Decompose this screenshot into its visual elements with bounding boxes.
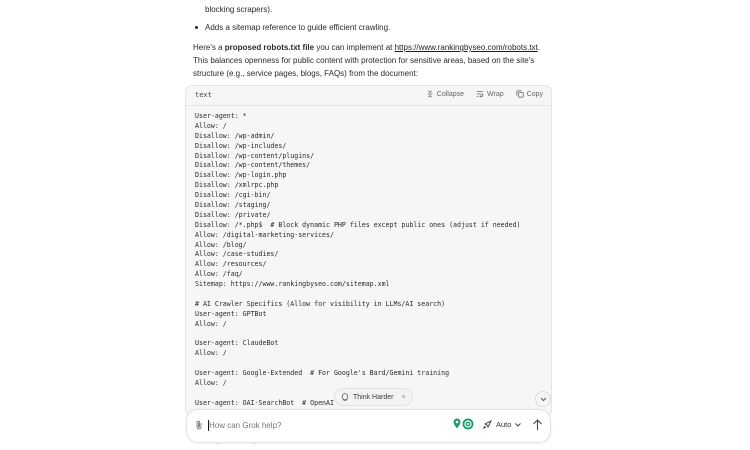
- close-icon[interactable]: ×: [401, 394, 405, 401]
- paperclip-icon[interactable]: [195, 420, 203, 430]
- code-line: Allow: /digital-marketing-services/: [195, 230, 334, 239]
- bullet-item: Adds a sitemap reference to guide effici…: [195, 23, 390, 32]
- code-line: Disallow: /wp-includes/: [195, 141, 287, 150]
- code-body: User-agent: * Allow: / Disallow: /wp-admin…: [195, 112, 545, 416]
- code-line: Allow: /: [195, 349, 227, 358]
- rocket-icon: [483, 420, 492, 429]
- code-line: Disallow: /xmlrpc.php: [195, 181, 279, 190]
- chevron-down-icon: [540, 397, 546, 401]
- collapse-button[interactable]: Collapse: [426, 90, 464, 98]
- intro-middle: you can implement at: [314, 43, 395, 52]
- copy-label: Copy: [526, 90, 543, 98]
- code-header: text Collapse Wrap Copy: [186, 86, 551, 106]
- code-block: text Collapse Wrap Copy User-agent: * All…: [185, 85, 552, 417]
- model-label: Auto: [496, 420, 512, 429]
- bullet-text: Adds a sitemap reference to guide effici…: [205, 23, 391, 32]
- code-line: Disallow: /*.php$ # Block dynamic PHP fi…: [195, 220, 521, 229]
- code-language: text: [195, 91, 212, 99]
- chevron-down-icon: [515, 422, 522, 427]
- wrap-label: Wrap: [487, 90, 504, 98]
- bullet-dot: [195, 26, 198, 29]
- code-line: User-agent: GPTBot: [195, 309, 267, 318]
- code-line: User-agent: Google-Extended # For Google…: [195, 369, 450, 378]
- copy-button[interactable]: Copy: [516, 90, 543, 98]
- copy-icon: [516, 90, 524, 98]
- code-line: User-agent: *: [195, 112, 247, 120]
- code-line: Allow: /faq/: [195, 270, 243, 279]
- code-line: Disallow: /cgi-bin/: [195, 191, 271, 200]
- chat-input[interactable]: How can Grok help?: [209, 421, 281, 430]
- code-line: Disallow: /wp-content/plugins/: [195, 151, 315, 160]
- code-line: Allow: /blog/: [195, 240, 247, 249]
- think-harder-label: Think Harder: [353, 393, 394, 401]
- code-line: Disallow: /staging/: [195, 201, 271, 210]
- send-arrow-icon[interactable]: [532, 419, 543, 431]
- code-line: Disallow: /wp-login.php: [195, 171, 287, 180]
- lightbulb-icon: [341, 392, 349, 401]
- code-line: Allow: /case-studies/: [195, 250, 279, 259]
- code-line: Disallow: /wp-content/themes/: [195, 161, 311, 170]
- grok-voice-icon[interactable]: [462, 418, 474, 430]
- chat-input-bar: How can Grok help? Auto: [186, 409, 551, 443]
- think-harder-chip[interactable]: Think Harder ×: [334, 388, 413, 406]
- model-selector[interactable]: Auto: [483, 420, 522, 429]
- collapse-label: Collapse: [436, 90, 465, 98]
- code-line: Allow: /resources/: [195, 260, 267, 269]
- intro-prefix: Here's a: [193, 43, 225, 52]
- location-pin-icon[interactable]: [453, 418, 461, 429]
- intro-bold: proposed robots.txt file: [224, 43, 315, 52]
- code-line: User-agent: ClaudeBot: [195, 339, 279, 348]
- intro-paragraph: Here's a proposed robots.txt file you ca…: [193, 41, 548, 80]
- wrap-icon: [476, 91, 484, 98]
- code-line: Sitemap: https://www.rankingbyseo.com/si…: [195, 280, 390, 289]
- code-actions: Collapse Wrap Copy: [426, 90, 543, 98]
- code-line: Allow: /: [195, 121, 227, 130]
- code-line: Disallow: /private/: [195, 210, 271, 219]
- robots-link[interactable]: https://www.rankingbyseo.com/robots.txt: [395, 43, 538, 52]
- scroll-down-button[interactable]: [535, 391, 551, 407]
- bullet-continuation: blocking scrapers).: [205, 5, 273, 14]
- code-line: Disallow: /wp-admin/: [195, 131, 275, 140]
- code-line: Allow: /: [195, 319, 227, 328]
- collapse-icon: [427, 90, 433, 98]
- wrap-button[interactable]: Wrap: [476, 90, 504, 98]
- code-line: # AI Crawler Specifics (Allow for visibi…: [195, 299, 446, 308]
